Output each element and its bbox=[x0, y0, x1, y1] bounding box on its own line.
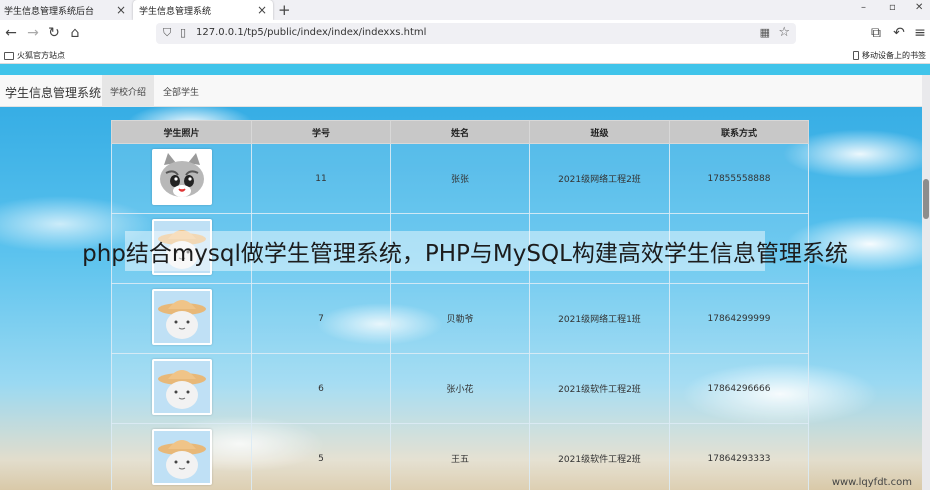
student-phone-cell: 17864293333 bbox=[669, 423, 809, 490]
forward-arrow-icon[interactable]: → bbox=[25, 25, 41, 41]
navigation-toolbar: ← → ↻ ⌂ ⛉ ▯ 127.0.0.1/tp5/public/index/i… bbox=[0, 20, 930, 47]
scrollbar-thumb[interactable] bbox=[923, 179, 929, 219]
mobile-device-icon bbox=[853, 51, 859, 60]
photo-cell bbox=[111, 143, 252, 214]
student-name-cell: 张小花 bbox=[390, 353, 530, 424]
students-table: 学生照片 学号 姓名 班级 联系方式 11 张张 2021级网络工程2班 178… bbox=[111, 120, 809, 490]
shield-icon[interactable]: ⛉ bbox=[163, 26, 171, 40]
app-navbar: 学生信息管理系统 学校介绍 全部学生 bbox=[0, 75, 922, 107]
table-row: 7 贝勒爷 2021级网络工程1班 17864299999 bbox=[111, 283, 809, 354]
qr-code-icon[interactable]: ▦ bbox=[760, 26, 770, 39]
bookmark-firefox-official[interactable]: 火狐官方站点 bbox=[4, 50, 65, 61]
close-tab-icon[interactable]: × bbox=[257, 3, 267, 17]
watermark: www.lqyfdt.com bbox=[831, 477, 912, 488]
student-id-cell: 7 bbox=[251, 283, 391, 354]
overlay-caption: php结合mysql做学生管理系统，PHP与MySQL构建高效学生信息管理系统 bbox=[82, 241, 848, 267]
student-name-cell: 张张 bbox=[390, 143, 530, 214]
home-icon[interactable]: ⌂ bbox=[67, 25, 83, 41]
student-name-cell: 王五 bbox=[390, 423, 530, 490]
tab-label: 学生信息管理系统后台 bbox=[4, 6, 95, 17]
bookmark-mobile[interactable]: 移动设备上的书签 bbox=[853, 50, 926, 61]
student-phone-cell: 17864299999 bbox=[669, 283, 809, 354]
hat-avatar-image bbox=[151, 429, 212, 485]
menu-icon[interactable]: ≡ bbox=[912, 25, 928, 41]
url-text[interactable]: 127.0.0.1/tp5/public/index/index/indexxs… bbox=[196, 27, 426, 38]
col-header-class: 班级 bbox=[529, 120, 670, 144]
top-accent-stripe bbox=[0, 64, 930, 75]
student-class-cell: 2021级软件工程2班 bbox=[529, 353, 670, 424]
vertical-scrollbar[interactable] bbox=[922, 75, 930, 490]
student-id-cell: 11 bbox=[251, 143, 391, 214]
address-bar[interactable]: ⛉ ▯ 127.0.0.1/tp5/public/index/index/ind… bbox=[156, 23, 796, 44]
folder-icon bbox=[4, 51, 14, 60]
student-phone-cell: 17864296666 bbox=[669, 353, 809, 424]
student-name-cell: 贝勒爷 bbox=[390, 283, 530, 354]
minimize-button[interactable]: – bbox=[861, 2, 866, 13]
col-header-id: 学号 bbox=[251, 120, 391, 144]
col-header-name: 姓名 bbox=[390, 120, 530, 144]
student-class-cell: 2021级软件工程2班 bbox=[529, 423, 670, 490]
new-tab-button[interactable]: + bbox=[278, 1, 291, 19]
col-header-contact: 联系方式 bbox=[669, 120, 809, 144]
student-phone-cell: 17855558888 bbox=[669, 143, 809, 214]
bookmark-star-icon[interactable]: ☆ bbox=[778, 25, 790, 40]
cat-avatar-image bbox=[151, 149, 212, 205]
table-header-row: 学生照片 学号 姓名 班级 联系方式 bbox=[111, 120, 809, 144]
photo-cell bbox=[111, 353, 252, 424]
student-id-cell: 6 bbox=[251, 353, 391, 424]
student-class-cell: 2021级网络工程2班 bbox=[529, 143, 670, 214]
close-window-button[interactable]: ✕ bbox=[915, 2, 923, 13]
tab-label: 学生信息管理系统 bbox=[139, 6, 212, 17]
tab-admin[interactable]: 学生信息管理系统后台 × bbox=[0, 0, 132, 20]
photo-cell bbox=[111, 423, 252, 490]
brand-title[interactable]: 学生信息管理系统 bbox=[5, 84, 101, 101]
maximize-button[interactable]: ▫ bbox=[889, 2, 896, 13]
page-content: 学生信息管理系统 学校介绍 全部学生 学生照片 学号 姓名 班级 联系方式 11… bbox=[0, 64, 930, 490]
table-row: 6 张小花 2021级软件工程2班 17864296666 bbox=[111, 353, 809, 424]
back-arrow-icon[interactable]: ← bbox=[3, 25, 19, 41]
page-icon: ▯ bbox=[180, 26, 187, 39]
reload-icon[interactable]: ↻ bbox=[46, 25, 62, 41]
bookmarks-bar: 火狐官方站点 移动设备上的书签 bbox=[0, 47, 930, 64]
photo-cell bbox=[111, 283, 252, 354]
hat-avatar-image bbox=[151, 289, 212, 345]
screenshot-icon[interactable]: ⧉ bbox=[868, 25, 884, 41]
table-row: 5 王五 2021级软件工程2班 17864293333 bbox=[111, 423, 809, 490]
undo-icon[interactable]: ↶ bbox=[891, 25, 907, 41]
col-header-photo: 学生照片 bbox=[111, 120, 252, 144]
hat-avatar-image bbox=[151, 359, 212, 415]
close-tab-icon[interactable]: × bbox=[116, 3, 126, 17]
bookmark-label: 移动设备上的书签 bbox=[862, 51, 926, 60]
nav-all-students[interactable]: 全部学生 bbox=[155, 75, 207, 107]
tab-strip: 学生信息管理系统后台 × 学生信息管理系统 × + – ▫ ✕ bbox=[0, 0, 930, 20]
student-class-cell: 2021级网络工程1班 bbox=[529, 283, 670, 354]
bookmark-label: 火狐官方站点 bbox=[17, 51, 65, 60]
table-row: 11 张张 2021级网络工程2班 17855558888 bbox=[111, 143, 809, 214]
student-id-cell: 5 bbox=[251, 423, 391, 490]
tab-student-system[interactable]: 学生信息管理系统 × bbox=[133, 0, 273, 20]
nav-school-intro[interactable]: 学校介绍 bbox=[102, 75, 155, 107]
